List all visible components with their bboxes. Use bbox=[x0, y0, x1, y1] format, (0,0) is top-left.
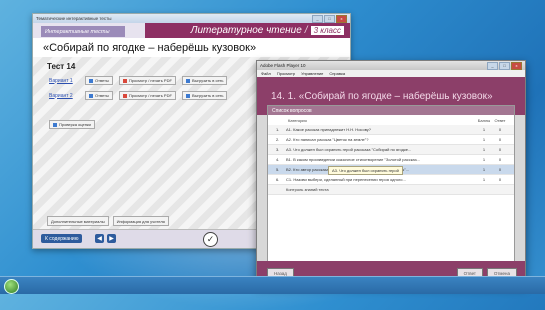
column-header: Ответ bbox=[494, 118, 506, 123]
minimize-button[interactable]: _ bbox=[312, 14, 323, 23]
menu-item-file[interactable]: Файл bbox=[261, 71, 271, 76]
variant-row: Вариант 2 Ответы Просмотр / печать PDF В… bbox=[49, 91, 228, 100]
contents-button[interactable]: К содержанию bbox=[41, 234, 83, 243]
answers-button[interactable]: Ответы bbox=[85, 76, 113, 85]
table-row[interactable]: 6. С1. Назови выбери, сделанный при перен… bbox=[268, 175, 514, 185]
tab-interactive-tests[interactable]: Интерактивные тесты bbox=[41, 26, 125, 37]
maximize-button[interactable]: □ bbox=[499, 61, 510, 70]
table-header: Категория Баллы Ответ bbox=[268, 115, 514, 125]
check-logo-icon: ✓ bbox=[203, 232, 218, 247]
answers-button[interactable]: Ответы bbox=[85, 91, 113, 100]
flash-player-window: Adobe Flash Player 10 _ □ x Файл Просмот… bbox=[256, 60, 526, 286]
extra-materials-button[interactable]: Дополнительные материалы bbox=[47, 216, 109, 226]
window-controls: _ □ x bbox=[487, 61, 522, 70]
menu-item-view[interactable]: Просмотр bbox=[277, 71, 295, 76]
taskbar bbox=[0, 276, 545, 294]
answers-icon bbox=[89, 78, 93, 83]
window-controls: _ □ x bbox=[312, 14, 347, 23]
title-bar: Тематические интерактивные тесты _ □ x bbox=[33, 14, 350, 23]
pdf-icon bbox=[122, 93, 127, 98]
column-header: Баллы bbox=[477, 118, 491, 123]
teacher-info-button[interactable]: Информация для учителя bbox=[112, 216, 169, 226]
title-bar: Adobe Flash Player 10 _ □ x bbox=[257, 61, 525, 70]
story-title: «Собирай по ягодке – наберёшь кузовок» bbox=[33, 38, 350, 58]
questions-dialog: Список вопросов Категория Баллы Ответ 1.… bbox=[267, 105, 515, 262]
review-button[interactable]: Проверка оценки bbox=[49, 120, 95, 129]
answers-icon bbox=[89, 93, 93, 98]
question-list: 1. А1. Какое рассказ принадлежит Н.Н. Нос… bbox=[268, 125, 514, 195]
grade-badge: 3 класс bbox=[310, 26, 344, 35]
bottom-buttons: Дополнительные материалы Информация для … bbox=[47, 216, 169, 226]
subject-title: Литературное чтение bbox=[190, 25, 302, 36]
tooltip: А3. Что должен был охранять герой bbox=[328, 166, 403, 175]
next-button[interactable]: ▶ bbox=[107, 234, 116, 243]
menu-item-help[interactable]: Справка bbox=[329, 71, 345, 76]
view-pdf-button[interactable]: Просмотр / печать PDF bbox=[118, 76, 176, 85]
divider-slash: / bbox=[304, 25, 308, 36]
table-row[interactable]: 4. В1. В каком произведении сказочное сти… bbox=[268, 155, 514, 165]
upload-button[interactable]: Выгрузить в сеть bbox=[181, 76, 228, 85]
maximize-button[interactable]: □ bbox=[324, 14, 335, 23]
table-row[interactable]: 1. А1. Какое рассказ принадлежит Н.Н. Нос… bbox=[268, 125, 514, 135]
upload-icon bbox=[185, 93, 190, 98]
header: Интерактивные тесты Литературное чтение … bbox=[33, 23, 350, 38]
minimize-button[interactable]: _ bbox=[487, 61, 498, 70]
variant-1-link[interactable]: Вариант 1 bbox=[49, 78, 79, 84]
table-row[interactable]: 2. А2. Кто написал рассказ "Цветок на зем… bbox=[268, 135, 514, 145]
column-header: Категория bbox=[288, 118, 307, 123]
pdf-icon bbox=[122, 78, 127, 83]
variant-2-link[interactable]: Вариант 2 bbox=[49, 93, 79, 99]
upload-button[interactable]: Выгрузить в сеть bbox=[181, 91, 228, 100]
window-title: Adobe Flash Player 10 bbox=[260, 63, 306, 68]
window-title: Тематические интерактивные тесты bbox=[36, 16, 112, 21]
upload-icon bbox=[185, 78, 190, 83]
subject-band: Литературное чтение / 3 класс bbox=[145, 23, 350, 38]
review-icon bbox=[53, 122, 57, 127]
test-label: Тест 14 bbox=[47, 62, 76, 71]
close-button[interactable]: x bbox=[511, 61, 522, 70]
menu-item-control[interactable]: Управление bbox=[301, 71, 323, 76]
dialog-title: Список вопросов bbox=[268, 106, 514, 115]
table-row[interactable]: 3. А3. Что должен был охранять герой расс… bbox=[268, 145, 514, 155]
close-button[interactable]: x bbox=[336, 14, 347, 23]
prev-button[interactable]: ◀ bbox=[95, 234, 104, 243]
variant-row: Вариант 1 Ответы Просмотр / печать PDF В… bbox=[49, 76, 228, 85]
view-pdf-button[interactable]: Просмотр / печать PDF bbox=[118, 91, 176, 100]
table-row[interactable]: Контроль знаний теста bbox=[268, 185, 514, 195]
start-button[interactable] bbox=[4, 279, 19, 294]
